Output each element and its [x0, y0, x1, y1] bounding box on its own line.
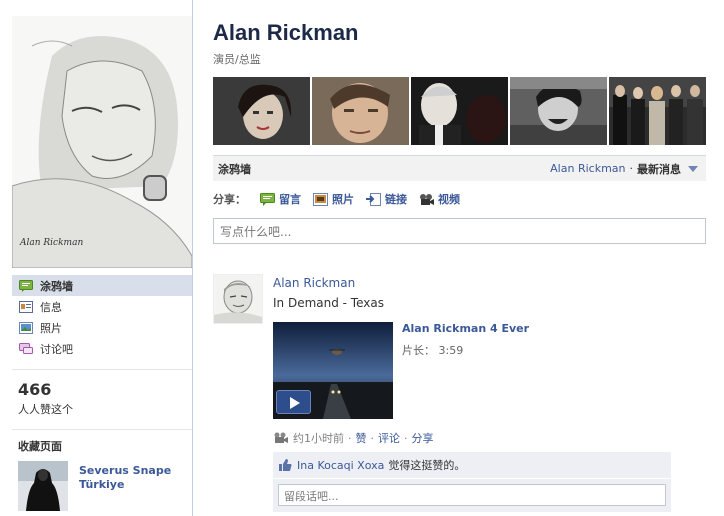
sidebar-item-label: 照片: [40, 321, 62, 335]
sidebar-item-info[interactable]: 信息: [12, 296, 192, 317]
liker-name-link[interactable]: Ina Kocaqi Xoxa: [297, 459, 384, 472]
meta-separator: ·: [348, 431, 352, 445]
share-link-button[interactable]: 链接: [366, 191, 407, 207]
filter-separator: ·: [629, 162, 634, 175]
thumbs-up-icon: [279, 459, 292, 471]
meta-separator: ·: [370, 431, 375, 445]
share-video-button[interactable]: 视频: [419, 191, 460, 207]
likes-label[interactable]: 人人赞这个: [18, 401, 73, 417]
video-thumbnail[interactable]: [273, 322, 393, 419]
strip-photo[interactable]: [411, 77, 508, 145]
comment-box: 留段话吧...: [273, 479, 671, 512]
post-author-avatar[interactable]: [213, 274, 263, 324]
sidebar-item-label: 信息: [40, 300, 62, 314]
share-link-label: 链接: [385, 193, 407, 206]
link-icon: [366, 192, 381, 206]
sidebar-item-label: 讨论吧: [40, 342, 73, 356]
meta-separator: ·: [404, 431, 408, 445]
left-nav: 涂鸦墙 信息 照片 讨论吧: [12, 275, 192, 359]
like-button[interactable]: 赞: [356, 430, 367, 446]
video-title-link[interactable]: Alan Rickman 4 Ever: [402, 322, 529, 335]
share-status-button[interactable]: 留言: [260, 191, 301, 207]
left-column: Alan Rickman 涂鸦墙 信息 照片 讨论吧 466 人人赞这个 收藏页…: [0, 0, 193, 516]
favorite-page-thumbnail[interactable]: [18, 461, 68, 511]
photo-icon: [313, 192, 328, 206]
post-text: In Demand - Texas: [273, 296, 384, 310]
share-photo-label: 照片: [332, 193, 354, 206]
share-video-label: 视频: [438, 193, 460, 206]
favorite-page-link[interactable]: Severus Snape Türkiye: [79, 464, 189, 492]
share-label: 分享：: [213, 193, 246, 206]
sidebar-item-wall[interactable]: 涂鸦墙: [12, 275, 192, 296]
post-timestamp[interactable]: 约1小时前: [293, 430, 344, 446]
profile-signature: Alan Rickman: [20, 238, 84, 248]
play-icon[interactable]: [276, 390, 311, 414]
wall-header-bar: 涂鸦墙 Alan Rickman · 最新消息: [213, 155, 706, 181]
profile-picture[interactable]: [12, 16, 192, 268]
share-button[interactable]: 分享: [412, 430, 434, 446]
filter-name-link[interactable]: Alan Rickman: [550, 162, 625, 175]
strip-photo[interactable]: [510, 77, 607, 145]
comment-button[interactable]: 评论: [378, 430, 400, 446]
liked-text: 觉得这挺赞的。: [388, 459, 466, 472]
share-row: 分享： 留言 照片 链接 视频: [213, 191, 472, 207]
strip-photo[interactable]: [213, 77, 310, 145]
post-meta: 约1小时前 · 赞 · 评论 · 分享: [273, 430, 434, 446]
strip-photo[interactable]: [609, 77, 706, 145]
divider: [12, 369, 192, 370]
wall-composer-input[interactable]: 写点什么吧...: [213, 218, 706, 244]
video-icon: [419, 193, 434, 206]
sidebar-item-photos[interactable]: 照片: [12, 317, 192, 338]
comment-input[interactable]: 留段话吧...: [278, 484, 666, 506]
favorites-title: 收藏页面: [18, 440, 62, 453]
likes-box: 466 人人赞这个: [18, 380, 73, 417]
likes-summary: Ina Kocaqi Xoxa 觉得这挺赞的。: [273, 452, 671, 478]
divider: [12, 429, 192, 430]
share-status-label: 留言: [279, 193, 301, 206]
info-icon: [19, 300, 33, 313]
sidebar-item-discussions[interactable]: 讨论吧: [12, 338, 192, 359]
profile-category[interactable]: 演员/总监: [213, 51, 261, 67]
discussion-icon: [19, 342, 33, 355]
wall-icon: [19, 279, 33, 292]
photos-icon: [19, 321, 33, 334]
likes-count: 466: [18, 380, 52, 399]
filter-dropdown[interactable]: 最新消息: [637, 161, 681, 177]
video-length: 片长： 3:59: [402, 344, 464, 357]
status-icon: [260, 192, 275, 206]
share-photo-button[interactable]: 照片: [313, 191, 354, 207]
page-title: Alan Rickman: [213, 20, 359, 45]
wall-title: 涂鸦墙: [218, 162, 251, 176]
strip-photo[interactable]: [312, 77, 409, 145]
video-icon: [273, 432, 288, 444]
photo-strip: [213, 77, 706, 145]
chevron-down-icon[interactable]: [688, 165, 698, 172]
post-author-link[interactable]: Alan Rickman: [273, 276, 355, 290]
wall-filter: Alan Rickman · 最新消息: [550, 161, 698, 177]
sidebar-item-label: 涂鸦墙: [40, 279, 73, 293]
